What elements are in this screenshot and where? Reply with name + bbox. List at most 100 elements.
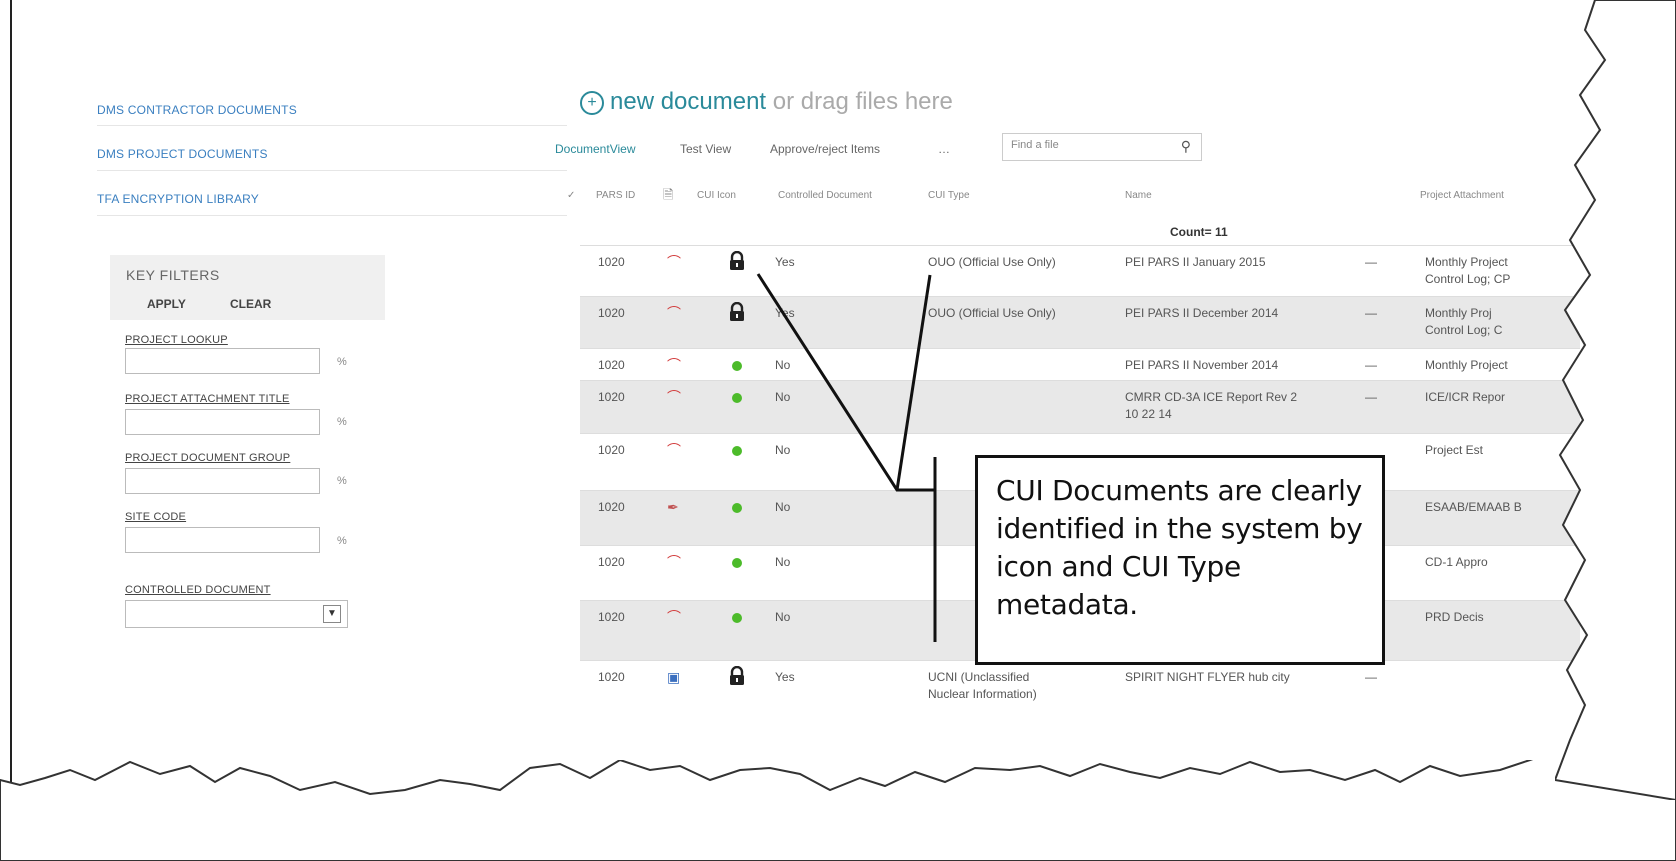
table-row[interactable]: 1020 ⌒ No PEI PARS II November 2014 — Monthly… bbox=[580, 348, 1580, 381]
sidebar-link-project-docs[interactable]: DMS PROJECT DOCUMENTS bbox=[97, 147, 268, 161]
doc-type-column-icon: 🗎 bbox=[663, 187, 674, 202]
chevron-down-icon[interactable]: ▼ bbox=[323, 605, 341, 623]
document-name-link[interactable]: PEI PARS II November 2014 bbox=[1125, 357, 1278, 374]
filter-label-document-group: PROJECT DOCUMENT GROUP bbox=[125, 452, 291, 464]
attachment-title-input[interactable] bbox=[125, 409, 320, 435]
table-row[interactable]: 1020 ⌒ Yes OUO (Official Use Only) PEI PARS … bbox=[580, 296, 1580, 349]
new-document-link[interactable]: new document bbox=[610, 88, 766, 115]
filter-label-site-code: SITE CODE bbox=[125, 511, 187, 523]
document-name-link[interactable]: SPIRIT NIGHT FLYER hub city bbox=[1125, 669, 1290, 686]
controlled-cell: No bbox=[775, 500, 791, 514]
annotation-callout: CUI Documents are clearly identified in … bbox=[975, 455, 1385, 665]
word-doc-icon[interactable]: ▣ bbox=[667, 669, 681, 685]
document-name-link[interactable]: 10 22 14 bbox=[1125, 406, 1172, 423]
new-document-bar[interactable]: + new document or drag files here bbox=[580, 88, 953, 116]
table-row[interactable]: 1020 ⌒ Yes OUO (Official Use Only) PEI PARS … bbox=[580, 245, 1580, 297]
sidebar-link-encryption-library[interactable]: TFA ENCRYPTION LIBRARY bbox=[97, 192, 259, 206]
pdf-file-icon[interactable]: ✒ bbox=[667, 499, 681, 515]
cui-type-cell: UCNI (Unclassified bbox=[928, 670, 1030, 684]
lock-icon bbox=[728, 665, 746, 691]
attachment-cell: Monthly Proj bbox=[1425, 306, 1492, 320]
column-header-controlled[interactable]: Controlled Document bbox=[778, 190, 872, 201]
attachment-cell: Monthly Project bbox=[1425, 358, 1508, 372]
pdf-file-icon[interactable]: ⌒ bbox=[667, 357, 681, 373]
tab-test-view[interactable]: Test View bbox=[680, 142, 731, 156]
row-menu-button[interactable]: — bbox=[1365, 254, 1377, 271]
tab-approve-reject[interactable]: Approve/reject Items bbox=[770, 142, 880, 156]
select-all-check-icon[interactable]: ✓ bbox=[567, 190, 575, 201]
column-header-project-attachment[interactable]: Project Attachment bbox=[1420, 190, 1504, 201]
frame-border bbox=[10, 0, 12, 800]
key-filters-panel: KEY FILTERS APPLY CLEAR bbox=[110, 255, 385, 320]
sidebar-divider bbox=[97, 125, 567, 126]
pdf-file-icon[interactable]: ⌒ bbox=[667, 554, 681, 570]
search-input[interactable]: Find a file bbox=[1011, 139, 1059, 151]
tab-document-view[interactable]: DocumentView bbox=[555, 142, 635, 156]
controlled-cell: No bbox=[775, 443, 791, 457]
wildcard-suffix: % bbox=[337, 416, 347, 428]
column-header-pars-id[interactable]: PARS ID bbox=[596, 190, 635, 201]
project-lookup-input[interactable] bbox=[125, 348, 320, 374]
controlled-cell: No bbox=[775, 610, 791, 624]
pars-id-cell: 1020 bbox=[598, 255, 625, 269]
wildcard-suffix: % bbox=[337, 356, 347, 368]
document-name-link[interactable]: PEI PARS II January 2015 bbox=[1125, 254, 1266, 271]
controlled-document-select[interactable]: ▼ bbox=[125, 600, 348, 628]
row-menu-button[interactable]: — bbox=[1365, 357, 1377, 374]
add-icon[interactable]: + bbox=[580, 90, 604, 115]
more-views-button[interactable]: … bbox=[938, 142, 950, 156]
controlled-cell: No bbox=[775, 358, 791, 372]
document-name-link[interactable]: CMRR CD-3A ICE Report Rev 2 bbox=[1125, 389, 1297, 406]
search-box[interactable]: Find a file ⚲ bbox=[1002, 133, 1202, 161]
apply-button[interactable]: APPLY bbox=[147, 297, 186, 311]
document-group-input[interactable] bbox=[125, 468, 320, 494]
pdf-file-icon[interactable]: ⌒ bbox=[667, 305, 681, 321]
pars-id-cell: 1020 bbox=[598, 670, 625, 684]
pars-id-cell: 1020 bbox=[598, 500, 625, 514]
attachment-cell: PRD Decis bbox=[1425, 610, 1484, 624]
status-dot-icon bbox=[732, 503, 742, 513]
column-header-cui-icon[interactable]: CUI Icon bbox=[697, 190, 736, 201]
pars-id-cell: 1020 bbox=[598, 610, 625, 624]
attachment-cell: ESAAB/EMAAB B bbox=[1425, 500, 1522, 514]
search-icon[interactable]: ⚲ bbox=[1181, 138, 1191, 155]
document-name-link[interactable]: PEI PARS II December 2014 bbox=[1125, 305, 1278, 322]
column-header-name[interactable]: Name bbox=[1125, 190, 1152, 201]
attachment-cell: Control Log; C bbox=[1425, 323, 1503, 337]
torn-edge-bottom bbox=[0, 760, 1676, 861]
status-dot-icon bbox=[732, 613, 742, 623]
callout-line: metadata. bbox=[996, 588, 1138, 621]
column-header-cui-type[interactable]: CUI Type bbox=[928, 190, 970, 201]
row-menu-button[interactable]: — bbox=[1365, 389, 1377, 406]
pdf-file-icon[interactable]: ⌒ bbox=[667, 609, 681, 625]
row-menu-button[interactable]: — bbox=[1365, 669, 1377, 686]
pdf-file-icon[interactable]: ⌒ bbox=[667, 389, 681, 405]
status-dot-icon bbox=[732, 393, 742, 403]
pars-id-cell: 1020 bbox=[598, 390, 625, 404]
table-row[interactable]: 1020 ⌒ No CMRR CD-3A ICE Report Rev 2 10 22 … bbox=[580, 380, 1580, 434]
status-dot-icon bbox=[732, 361, 742, 371]
site-code-input[interactable] bbox=[125, 527, 320, 553]
attachment-cell: Control Log; CP bbox=[1425, 272, 1511, 286]
pars-id-cell: 1020 bbox=[598, 555, 625, 569]
clear-button[interactable]: CLEAR bbox=[230, 297, 271, 311]
status-dot-icon bbox=[732, 446, 742, 456]
controlled-cell: Yes bbox=[775, 670, 795, 684]
controlled-cell: No bbox=[775, 390, 791, 404]
callout-line: icon and CUI Type bbox=[996, 550, 1241, 583]
filter-label-controlled-document: CONTROLLED DOCUMENT bbox=[125, 584, 271, 596]
status-dot-icon bbox=[732, 558, 742, 568]
wildcard-suffix: % bbox=[337, 475, 347, 487]
filter-label-project-lookup: PROJECT LOOKUP bbox=[125, 334, 228, 346]
pars-id-cell: 1020 bbox=[598, 358, 625, 372]
sidebar-divider bbox=[97, 215, 567, 216]
controlled-cell: Yes bbox=[775, 306, 795, 320]
row-menu-button[interactable]: — bbox=[1365, 305, 1377, 322]
sidebar-link-contractor-docs[interactable]: DMS CONTRACTOR DOCUMENTS bbox=[97, 103, 297, 117]
pdf-file-icon[interactable]: ⌒ bbox=[667, 254, 681, 270]
wildcard-suffix: % bbox=[337, 535, 347, 547]
table-row[interactable]: 1020 ▣ Yes UCNI (Unclassified Nuclear Inform… bbox=[580, 660, 1580, 711]
key-filters-title: KEY FILTERS bbox=[126, 267, 220, 283]
attachment-cell: ICE/ICR Repor bbox=[1425, 390, 1506, 404]
pdf-file-icon[interactable]: ⌒ bbox=[667, 442, 681, 458]
